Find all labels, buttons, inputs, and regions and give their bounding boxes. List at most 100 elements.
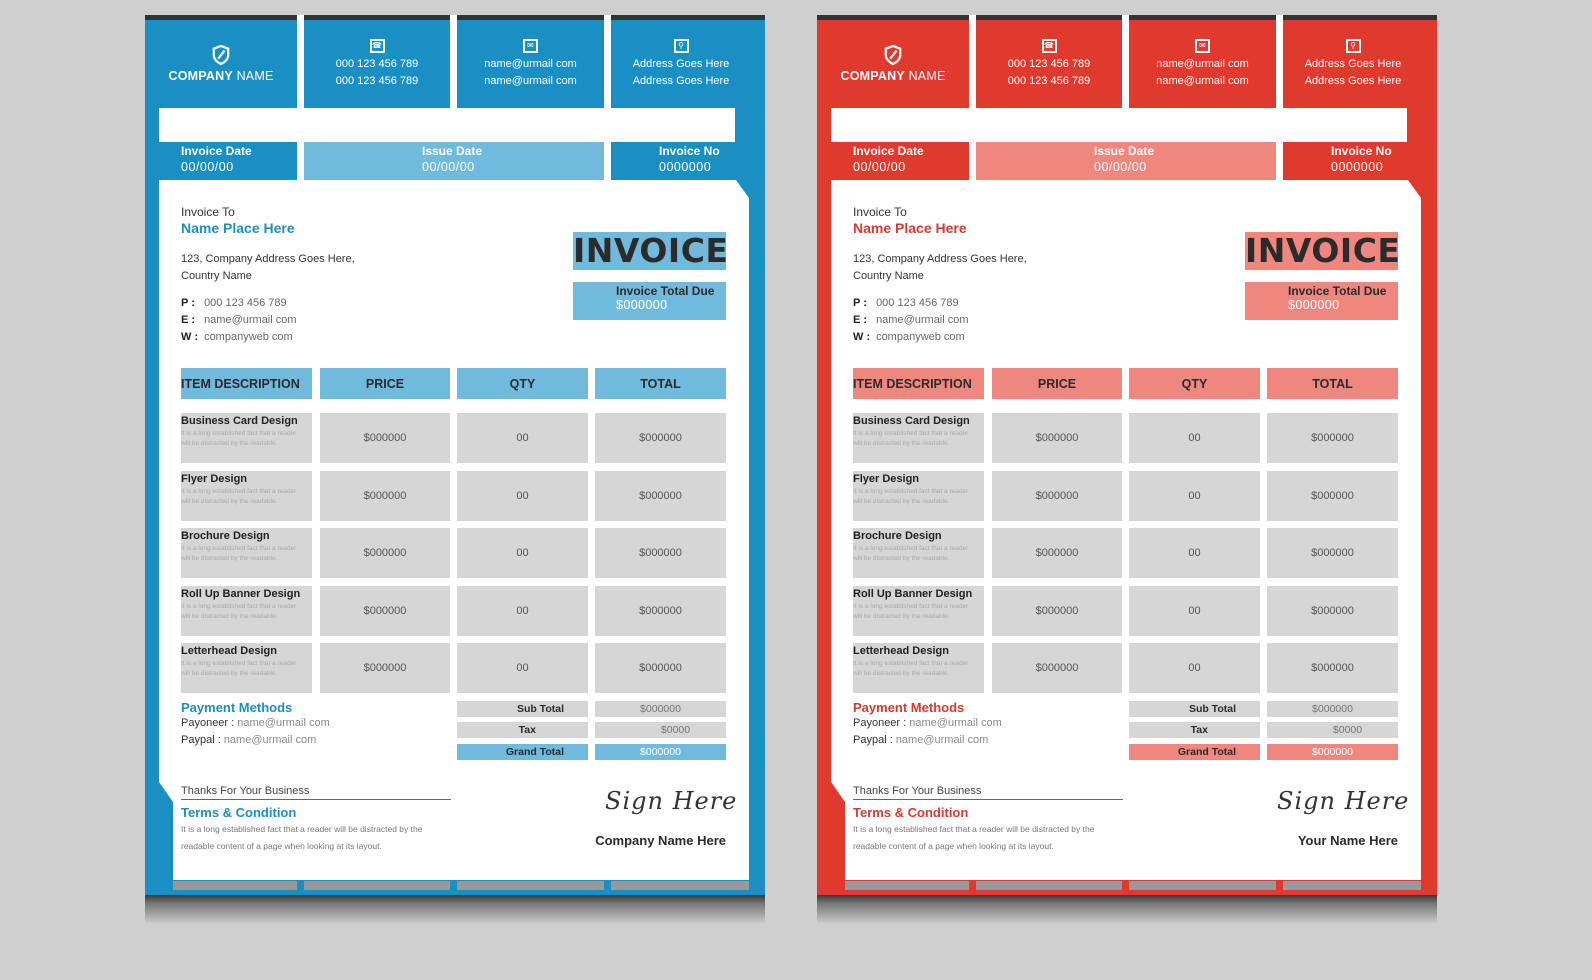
header-gap xyxy=(297,15,304,108)
table-row-item: Roll Up Banner Design It is a long establ… xyxy=(181,586,312,636)
table-row-price: $000000 xyxy=(992,643,1122,693)
invoice-title: INVOICE xyxy=(1245,231,1401,270)
header-phone: ☎ 000 123 456 789 000 123 456 789 xyxy=(304,20,450,108)
column-header-total: TOTAL xyxy=(1267,368,1398,399)
header-company: COMPANY NAME xyxy=(817,20,969,108)
location-pin-icon: ⚲ xyxy=(1345,38,1361,53)
meta-gap xyxy=(969,142,976,180)
item-description: It is a long established fact that a rea… xyxy=(853,488,969,505)
client-name: Name Place Here xyxy=(181,220,295,236)
footer-bar xyxy=(173,881,297,890)
location-pin-icon: ⚲ xyxy=(673,38,689,53)
grand-total-label: Grand Total xyxy=(1129,744,1260,760)
table-row-total: $000000 xyxy=(595,586,726,636)
tax-value: $0000 xyxy=(595,722,726,738)
item-description: It is a long established fact that a rea… xyxy=(853,430,969,447)
header-phone: ☎ 000 123 456 789 000 123 456 789 xyxy=(976,20,1122,108)
header-address: ⚲ Address Goes Here Address Goes Here xyxy=(1283,20,1437,108)
grand-total-value: $000000 xyxy=(595,744,726,760)
signer-name: Your Name Here xyxy=(1297,833,1398,848)
table-row-price: $000000 xyxy=(320,643,450,693)
column-header-price: PRICE xyxy=(320,368,450,399)
client-email: E : name@urmail com xyxy=(181,314,297,326)
client-email: E : name@urmail com xyxy=(853,314,969,326)
tax-value: $0000 xyxy=(1267,722,1398,738)
column-header-price: PRICE xyxy=(992,368,1122,399)
item-description: It is a long established fact that a rea… xyxy=(181,545,297,562)
paypal-row: Paypal : name@urmail com xyxy=(853,734,989,746)
client-name: Name Place Here xyxy=(853,220,967,236)
table-row-total: $000000 xyxy=(1267,643,1398,693)
item-description: It is a long established fact that a rea… xyxy=(853,603,969,620)
company-name: COMPANY NAME xyxy=(840,69,946,83)
item-name: Business Card Design xyxy=(181,415,298,427)
shield-logo-icon xyxy=(884,45,902,65)
header-company: COMPANY NAME xyxy=(145,20,297,108)
item-description: It is a long established fact that a rea… xyxy=(853,545,969,562)
table-row-item: Business Card Design It is a long establi… xyxy=(853,413,984,463)
client-address: 123, Company Address Goes Here, Country … xyxy=(853,253,1027,282)
phone-line: 000 123 456 789 xyxy=(335,57,419,70)
header-gap xyxy=(969,15,976,108)
payoneer-row: Payoneer : name@urmail com xyxy=(853,717,1002,729)
terms-body: It is a long established fact that a rea… xyxy=(181,824,423,851)
item-description: It is a long established fact that a rea… xyxy=(181,430,297,447)
item-name: Flyer Design xyxy=(853,473,920,485)
invoice-number: Invoice No 0000000 xyxy=(1283,142,1407,180)
invoice-title: INVOICE xyxy=(573,231,729,270)
footer-bar xyxy=(1129,881,1276,890)
header-white-strip xyxy=(159,108,735,142)
client-web: W : companyweb com xyxy=(181,331,293,343)
sub-total-value: $000000 xyxy=(595,701,726,717)
table-row-qty: 00 xyxy=(457,413,588,463)
table-row-price: $000000 xyxy=(992,471,1122,521)
header-gap xyxy=(1122,15,1129,108)
client-web: W : companyweb com xyxy=(853,331,965,343)
thanks-text: Thanks For Your Business xyxy=(853,785,1123,800)
table-row-price: $000000 xyxy=(320,586,450,636)
table-row-price: $000000 xyxy=(320,528,450,578)
table-row-item: Brochure Design It is a long established … xyxy=(853,528,984,578)
footer-bar xyxy=(1283,881,1421,890)
mail-icon: ✉ xyxy=(523,38,538,53)
table-row-qty: 00 xyxy=(1129,413,1260,463)
payoneer-row: Payoneer : name@urmail com xyxy=(181,717,330,729)
table-row-item: Flyer Design It is a long established fac… xyxy=(181,471,312,521)
sheet-shadow xyxy=(817,893,1437,923)
issue-date: Issue Date 00/00/00 xyxy=(976,142,1276,180)
table-row-qty: 00 xyxy=(1129,586,1260,636)
table-row-total: $000000 xyxy=(595,413,726,463)
bill-to: Invoice To Name Place Here xyxy=(853,205,967,236)
address-line: Address Goes Here xyxy=(1304,74,1402,87)
meta-gap xyxy=(1276,142,1283,180)
invoice-sheet-blue: COMPANY NAME ☎ 000 123 456 789 000 123 4… xyxy=(145,15,765,923)
tax-label: Tax xyxy=(1129,722,1260,738)
phone-icon: ☎ xyxy=(369,38,385,53)
email-line: name@urmail com xyxy=(484,57,577,70)
meta-gap xyxy=(297,142,304,180)
meta-gap xyxy=(604,142,611,180)
footer-bar xyxy=(457,881,604,890)
mail-icon: ✉ xyxy=(1195,38,1210,53)
table-row-qty: 00 xyxy=(1129,528,1260,578)
item-description: It is a long established fact that a rea… xyxy=(181,603,297,620)
table-row-item: Business Card Design It is a long establi… xyxy=(181,413,312,463)
column-header-qty: QTY xyxy=(457,368,588,399)
table-row-total: $000000 xyxy=(1267,586,1398,636)
grand-total-value: $000000 xyxy=(1267,744,1398,760)
table-row-total: $000000 xyxy=(1267,471,1398,521)
header-email: ✉ name@urmail com name@urmail com xyxy=(457,20,604,108)
terms-heading: Terms & Condition xyxy=(853,805,969,820)
thanks-text: Thanks For Your Business xyxy=(181,785,451,800)
phone-line: 000 123 456 789 xyxy=(335,74,419,87)
client-phone: P : 000 123 456 789 xyxy=(181,297,287,309)
address-line: Address Goes Here xyxy=(632,74,730,87)
table-row-item: Roll Up Banner Design It is a long establ… xyxy=(853,586,984,636)
bill-to: Invoice To Name Place Here xyxy=(181,205,295,236)
table-row-qty: 00 xyxy=(457,586,588,636)
table-row-price: $000000 xyxy=(320,413,450,463)
item-description: It is a long established fact that a rea… xyxy=(181,660,297,677)
table-row-item: Brochure Design It is a long established … xyxy=(181,528,312,578)
column-header-item: ITEM DESCRIPTION xyxy=(181,368,312,399)
issue-date: Issue Date 00/00/00 xyxy=(304,142,604,180)
